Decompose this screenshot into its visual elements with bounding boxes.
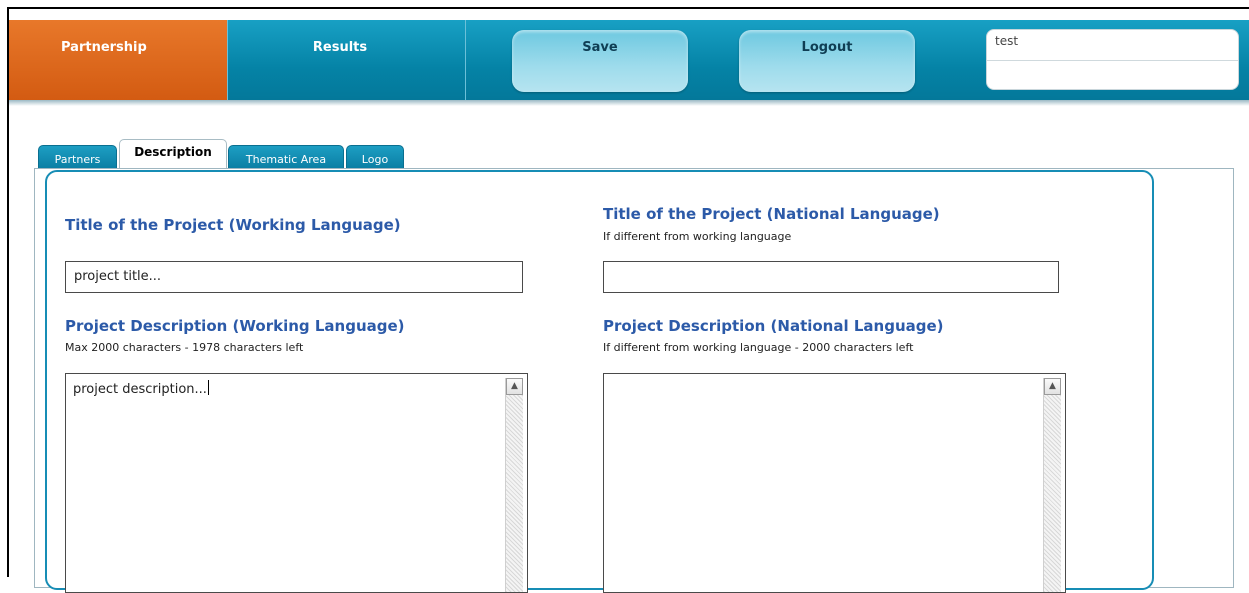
desc-national-hint: If different from working language - 200… [603,341,914,354]
desc-national-label: Project Description (National Language) [603,317,944,335]
tab-logo[interactable]: Logo [346,145,404,169]
desc-working-value: project description... [73,382,207,397]
desc-national-textarea[interactable]: ▲ [603,373,1066,593]
nav-partnership-label: Partnership [61,40,147,55]
desc-working-label: Project Description (Working Language) [65,317,405,335]
title-working-label: Title of the Project (Working Language) [65,216,401,234]
scroll-up-arrow-icon[interactable]: ▲ [1044,378,1061,395]
desc-working-hint: Max 2000 characters - 1978 characters le… [65,341,304,354]
desc-national-scrollbar[interactable]: ▲ [1043,378,1061,592]
topbar-shadow [9,100,1249,106]
title-national-input[interactable] [603,261,1059,293]
user-box: test [986,29,1239,90]
tab-description[interactable]: Description [119,139,227,169]
text-caret [207,380,209,395]
logout-button-label: Logout [801,40,853,55]
scroll-up-arrow-icon[interactable]: ▲ [506,378,523,395]
tab-partners-label: Partners [54,153,101,166]
nav-results-label: Results [312,40,368,55]
tab-partners[interactable]: Partners [38,145,117,169]
save-button[interactable]: Save [512,30,688,92]
user-name: test [995,34,1019,48]
title-working-value: project title... [74,269,162,284]
title-national-label: Title of the Project (National Language) [603,205,940,223]
nav-partnership[interactable]: Partnership [9,20,228,100]
title-working-input[interactable]: project title... [65,261,523,293]
desc-working-content: project description... [73,380,209,397]
title-national-hint: If different from working language [603,230,792,243]
desc-working-scrollbar[interactable]: ▲ [505,378,523,592]
tab-logo-label: Logo [361,153,389,166]
logout-button[interactable]: Logout [739,30,915,92]
tab-description-label: Description [134,145,212,159]
desc-working-textarea[interactable]: project description... ▲ [65,373,528,593]
tab-thematic-area-label: Thematic Area [245,153,327,166]
user-box-divider [987,60,1238,61]
nav-results[interactable]: Results [229,20,466,100]
tab-thematic-area[interactable]: Thematic Area [228,145,344,169]
save-button-label: Save [582,40,618,55]
top-navigation-bar: Partnership Results Save Logout test [9,20,1249,100]
